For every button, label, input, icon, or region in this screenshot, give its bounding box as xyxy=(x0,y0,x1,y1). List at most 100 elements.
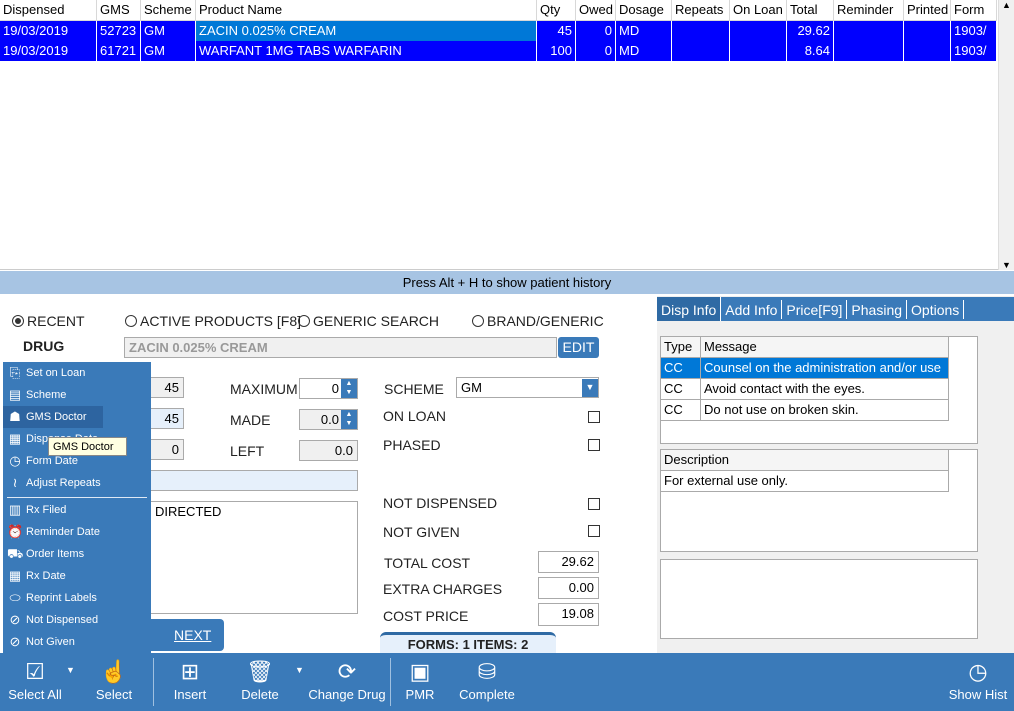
table-row[interactable]: 19/03/2019 52723 GM ZACIN 0.025% CREAM 45 0 MD… xyxy=(0,21,997,41)
cart-icon: ⛟ xyxy=(7,546,24,561)
column-header-gms[interactable]: GMS xyxy=(97,0,141,21)
not-dispensed-checkbox[interactable] xyxy=(588,498,600,510)
table-row[interactable]: CC Avoid contact with the eyes. xyxy=(661,379,949,400)
column-header-printed[interactable]: Printed xyxy=(904,0,951,21)
not-dispensed-label: NOT DISPENSED xyxy=(383,495,498,511)
column-header-reminder[interactable]: Reminder xyxy=(834,0,904,21)
dispensed-items-grid[interactable]: Dispensed GMS Scheme Product Name Qty Owed Dos… xyxy=(0,0,998,270)
menu-item-set-on-loan[interactable]: ⎘ Set on Loan xyxy=(3,362,151,384)
column-header-repeats[interactable]: Repeats xyxy=(672,0,730,21)
pmr-button[interactable]: ▣ PMR xyxy=(402,653,438,711)
table-cell: 45 xyxy=(537,21,576,41)
table-cell: 52723 xyxy=(97,21,141,41)
column-header-owed[interactable]: Owed xyxy=(576,0,616,21)
phased-checkbox[interactable] xyxy=(588,439,600,451)
left-field: 0.0 xyxy=(299,440,358,461)
menu-item-label: Rx Date xyxy=(26,570,66,582)
menu-item-scheme[interactable]: ▤ Scheme xyxy=(3,384,151,406)
chevron-down-icon[interactable]: ▼ xyxy=(582,379,598,397)
table-cell xyxy=(904,21,951,41)
extra-charges-label: EXTRA CHARGES xyxy=(383,581,503,597)
repeats-icon: ≀ xyxy=(12,475,18,490)
menu-item-label: Set on Loan xyxy=(26,367,86,379)
table-cell: CC xyxy=(661,358,701,378)
forms-items-summary: FORMS: 1 ITEMS: 2 xyxy=(380,632,556,653)
column-header-on-loan[interactable]: On Loan xyxy=(730,0,787,21)
menu-item-order-items[interactable]: ⛟ Order Items xyxy=(3,543,151,565)
cost-price-field[interactable]: 19.08 xyxy=(538,603,599,626)
show-hist-button[interactable]: ◷ Show Hist xyxy=(944,653,1012,711)
doctor-icon: ☗ xyxy=(9,409,21,424)
scheme-select[interactable]: GM xyxy=(456,377,599,398)
table-cell: 19/03/2019 xyxy=(0,41,97,61)
edit-button[interactable]: EDIT xyxy=(558,337,599,358)
menu-item-label: Rx Filed xyxy=(26,504,67,516)
qty-dispensed-field[interactable]: 45 xyxy=(150,408,184,429)
column-header-qty[interactable]: Qty xyxy=(537,0,576,21)
menu-item-reprint-labels[interactable]: ⬭ Reprint Labels xyxy=(3,587,151,609)
table-row[interactable]: 19/03/2019 61721 GM WARFANT 1MG TABS WARFAR… xyxy=(0,41,997,61)
menu-item-not-dispensed[interactable]: ⊘ Not Dispensed xyxy=(3,609,151,631)
tab-phasing[interactable]: Phasing xyxy=(847,300,908,319)
total-cost-field[interactable]: 29.62 xyxy=(538,551,599,573)
tab-options[interactable]: Options xyxy=(907,300,965,319)
column-header-product-name[interactable]: Product Name xyxy=(196,0,537,21)
table-cell: 1903/ xyxy=(951,21,997,41)
scroll-down-icon[interactable]: ▼ xyxy=(999,260,1014,270)
change-drug-icon: ⟳ xyxy=(337,659,357,684)
select-all-dropdown-icon[interactable]: ▼ xyxy=(66,665,75,675)
change-drug-button[interactable]: ⟳ Change Drug xyxy=(307,653,387,711)
table-cell xyxy=(672,21,730,41)
table-cell: 0 xyxy=(576,41,616,61)
qty-owed-field[interactable]: 0 xyxy=(150,439,184,460)
delete-button[interactable]: 🗑 Delete xyxy=(236,653,284,711)
not-given-checkbox[interactable] xyxy=(588,525,600,537)
table-row[interactable]: For external use only. xyxy=(661,471,949,492)
tab-disp-info[interactable]: Disp Info xyxy=(657,297,722,321)
complete-button[interactable]: ⛁ Complete xyxy=(454,653,520,711)
column-header-scheme[interactable]: Scheme xyxy=(141,0,196,21)
next-button[interactable]: NEXT xyxy=(140,619,224,651)
select-button[interactable]: ☝ Select xyxy=(93,653,135,711)
column-header-dosage[interactable]: Dosage xyxy=(616,0,672,21)
drug-field[interactable]: ZACIN 0.025% CREAM xyxy=(124,337,557,358)
menu-item-gms-doctor[interactable]: ☗ GMS Doctor xyxy=(3,406,103,428)
on-loan-checkbox[interactable] xyxy=(588,411,600,423)
column-header-total[interactable]: Total xyxy=(787,0,834,21)
directions-field[interactable]: DIRECTED xyxy=(150,501,358,614)
scroll-up-icon[interactable]: ▲ xyxy=(999,0,1014,10)
column-header-dispensed[interactable]: Dispensed xyxy=(0,0,97,21)
insert-button[interactable]: ⊞ Insert xyxy=(168,653,212,711)
radio-recent[interactable]: RECENT xyxy=(12,313,85,329)
menu-item-label: Not Given xyxy=(26,636,75,648)
qty-field[interactable]: 45 xyxy=(150,377,184,398)
menu-item-rx-date[interactable]: ▦ Rx Date xyxy=(3,565,151,587)
maximum-spin-icon[interactable]: ▲ ▼ xyxy=(341,379,357,398)
menu-item-adjust-repeats[interactable]: ≀ Adjust Repeats xyxy=(3,472,151,494)
radio-active-products[interactable]: ACTIVE PRODUCTS [F8] xyxy=(125,313,301,329)
radio-generic-search[interactable]: GENERIC SEARCH xyxy=(298,313,439,329)
delete-dropdown-icon[interactable]: ▼ xyxy=(295,665,304,675)
column-header-form[interactable]: Form xyxy=(951,0,997,21)
menu-item-not-given[interactable]: ⊘ Not Given xyxy=(3,631,151,653)
table-row[interactable]: CC Counsel on the administration and/or u… xyxy=(661,358,949,379)
made-spin-icon[interactable]: ▲ ▼ xyxy=(341,410,357,429)
tab-add-info[interactable]: Add Info xyxy=(721,300,783,319)
maximum-label: MAXIMUM xyxy=(230,381,298,397)
menu-item-reminder-date[interactable]: ⏰ Reminder Date xyxy=(3,521,151,543)
dosage-field[interactable] xyxy=(150,470,358,491)
notes-area[interactable] xyxy=(660,559,978,639)
button-label: PMR xyxy=(405,687,435,702)
table-cell: Do not use on broken skin. xyxy=(701,400,949,420)
table-row[interactable]: CC Do not use on broken skin. xyxy=(661,400,949,421)
radio-brand-generic[interactable]: BRAND/GENERIC xyxy=(472,313,604,329)
grid-scrollbar[interactable]: ▲ ▼ xyxy=(998,0,1014,270)
menu-item-rx-filed[interactable]: ▥ Rx Filed xyxy=(3,499,151,521)
table-cell xyxy=(834,41,904,61)
tab-price-f9-[interactable]: Price[F9] xyxy=(782,300,848,319)
pmr-icon: ▣ xyxy=(409,659,431,684)
select-all-button[interactable]: ☑ Select All xyxy=(3,653,67,711)
context-menu: ⎘Set on Loan▤Scheme☗GMS Doctor▦Dispense … xyxy=(3,362,151,653)
table-cell: MD xyxy=(616,41,672,61)
extra-charges-field[interactable]: 0.00 xyxy=(538,577,599,599)
